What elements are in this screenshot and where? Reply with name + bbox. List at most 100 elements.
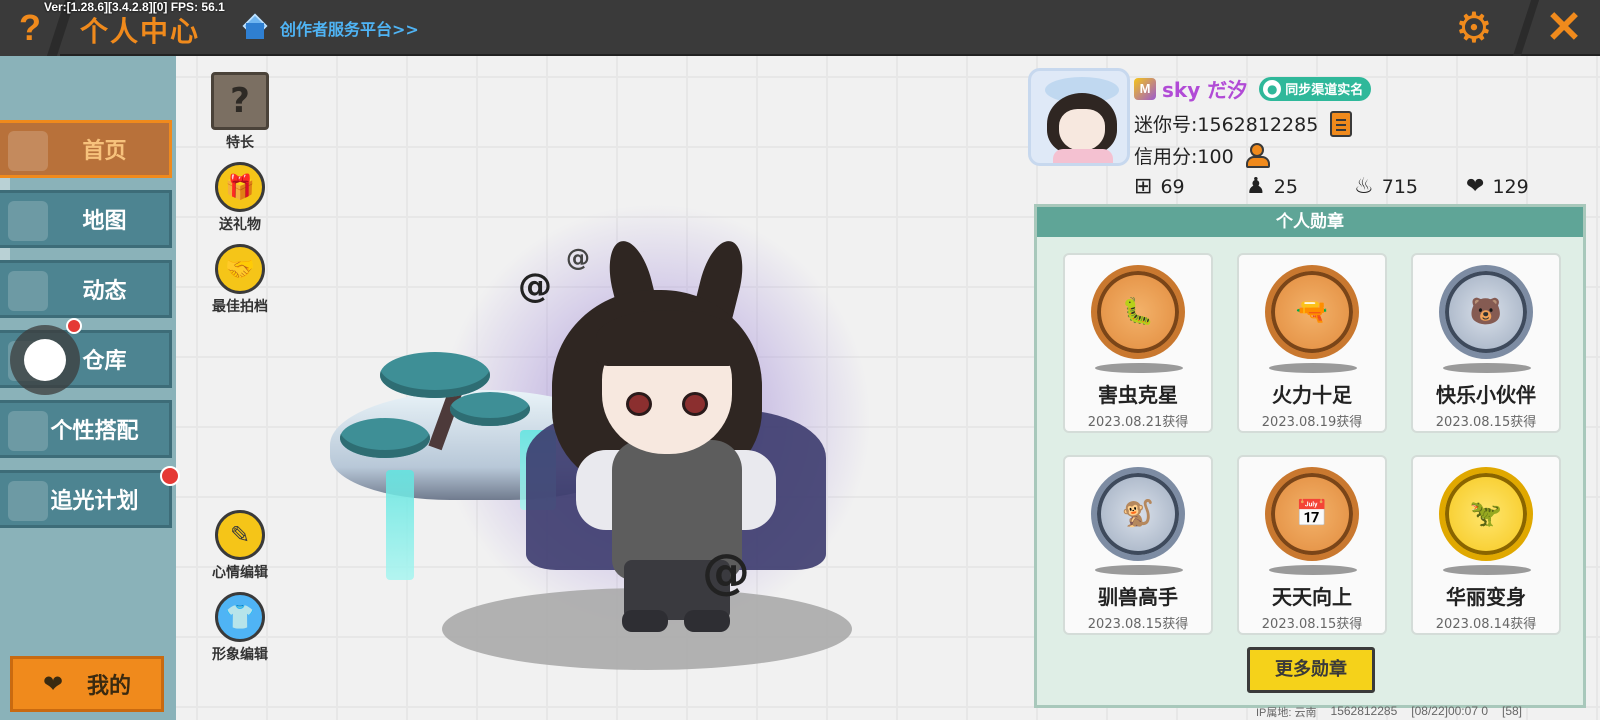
sidebar-item-label: 个性搭配 bbox=[50, 419, 139, 444]
tree-crown bbox=[380, 352, 490, 398]
floating-ball[interactable] bbox=[10, 325, 80, 395]
character-shoe bbox=[622, 610, 668, 632]
top-bar: ? Ver:[1.28.6][3.4.2.8][0] FPS: 56.1 个人中… bbox=[0, 0, 1600, 56]
dizzy-swirl-icon: @ bbox=[702, 544, 750, 600]
medal-card[interactable]: 🦖 华丽变身 2023.08.14获得 bbox=[1411, 455, 1561, 635]
sidebar-item-home[interactable]: 首页 bbox=[0, 120, 172, 178]
medal-panel: 个人勋章 🐛 害虫克星 2023.08.21获得 🔫 火力十足 2023.08.… bbox=[1034, 204, 1586, 708]
close-icon[interactable]: ✕ bbox=[1538, 4, 1590, 52]
ip-location: IP属地: 云南 bbox=[1256, 707, 1317, 719]
credit-icon[interactable] bbox=[1245, 142, 1272, 169]
shirt-icon: 👕 bbox=[215, 592, 265, 642]
medal-date: 2023.08.15获得 bbox=[1435, 415, 1537, 430]
medal-date: 2023.08.19获得 bbox=[1261, 415, 1363, 430]
person-icon: ● bbox=[1263, 79, 1282, 98]
sidebar-item-label: 首页 bbox=[82, 139, 127, 164]
heart-icon: ❤ bbox=[1466, 174, 1485, 199]
mine-button[interactable]: ❤ 我的 bbox=[10, 656, 164, 712]
edit-icon: ✎ bbox=[215, 510, 265, 560]
tree-crown bbox=[340, 418, 430, 458]
mini-id-row: 迷你号:1562812285 bbox=[1134, 110, 1353, 137]
mood-edit-label: 心情编辑 bbox=[212, 565, 268, 581]
character-stage[interactable]: @ @ @ bbox=[330, 180, 870, 680]
sidebar-item-label: 追光计划 bbox=[50, 489, 139, 514]
medal-card[interactable]: 🐻 快乐小伙伴 2023.08.15获得 bbox=[1411, 253, 1561, 433]
realname-tag[interactable]: ● 同步渠道实名 bbox=[1259, 76, 1372, 101]
footer-tail: [58] bbox=[1502, 704, 1523, 718]
medal-card[interactable]: 🐛 害虫克星 2023.08.21获得 bbox=[1063, 253, 1213, 433]
medal-icon: 🐒 bbox=[1091, 467, 1185, 561]
credit-score: 信用分:100 bbox=[1134, 146, 1234, 168]
tree-crown bbox=[450, 392, 530, 426]
footer-info: IP属地: 云南 1562812285 [08/22]00:07 0 [58] bbox=[1256, 704, 1522, 720]
stat-value: 69 bbox=[1160, 175, 1185, 198]
stat-value: 715 bbox=[1381, 175, 1418, 198]
sidebar-item-label: 动态 bbox=[82, 279, 127, 304]
sidebar-item-outfit[interactable]: 个性搭配 bbox=[0, 400, 172, 458]
credit-row: 信用分:100 bbox=[1134, 142, 1272, 169]
dizzy-swirl-icon: @ bbox=[566, 244, 590, 272]
specialty-label: 特长 bbox=[226, 135, 254, 151]
user-name: sky だ汐 bbox=[1162, 78, 1248, 102]
mini-id: 迷你号:1562812285 bbox=[1134, 114, 1319, 136]
character-eye bbox=[682, 392, 708, 416]
member-badge-icon: M bbox=[1134, 77, 1156, 100]
avatar-edit-button[interactable]: 👕 形象编辑 bbox=[202, 592, 278, 664]
medal-header: 个人勋章 bbox=[1037, 207, 1583, 237]
character-bangs bbox=[596, 310, 740, 366]
notification-dot bbox=[160, 466, 180, 486]
partner-label: 最佳拍档 bbox=[212, 299, 268, 315]
avatar[interactable] bbox=[1028, 68, 1130, 166]
help-icon: ? bbox=[19, 7, 41, 48]
sidebar-item-light-plan[interactable]: 追光计划 bbox=[0, 470, 172, 528]
medal-date: 2023.08.15获得 bbox=[1261, 617, 1363, 632]
medal-card[interactable]: 📅 天天向上 2023.08.15获得 bbox=[1237, 455, 1387, 635]
gift-label: 送礼物 bbox=[219, 217, 261, 233]
footer-time: [08/22]00:07 0 bbox=[1411, 704, 1488, 718]
sidebar-item-feed[interactable]: 动态 bbox=[0, 260, 172, 318]
more-medals-button[interactable]: 更多勋章 bbox=[1247, 647, 1375, 693]
realname-label: 同步渠道实名 bbox=[1285, 83, 1364, 98]
medal-icon: 📅 bbox=[1265, 467, 1359, 561]
stat-fans[interactable]: ♟ 25 bbox=[1246, 174, 1298, 199]
mood-edit-button[interactable]: ✎ 心情编辑 bbox=[202, 510, 278, 582]
partner-button[interactable]: 🤝 最佳拍档 bbox=[202, 244, 278, 316]
stat-likes[interactable]: ❤ 129 bbox=[1466, 174, 1529, 199]
stat-popularity[interactable]: ♨ 715 bbox=[1354, 174, 1418, 199]
page-title: 个人中心 bbox=[80, 15, 201, 48]
sidebar-item-label: 地图 bbox=[82, 209, 127, 234]
character-eye bbox=[626, 392, 652, 416]
creator-platform-link[interactable]: 创作者服务平台>> bbox=[240, 12, 419, 44]
handshake-icon: 🤝 bbox=[215, 244, 265, 294]
fire-icon: ♨ bbox=[1354, 174, 1374, 199]
medal-name: 华丽变身 bbox=[1446, 585, 1526, 609]
medal-name: 驯兽高手 bbox=[1098, 585, 1178, 609]
stat-value: 129 bbox=[1492, 175, 1529, 198]
user-name-row: M sky だ汐 ● 同步渠道实名 bbox=[1134, 74, 1372, 103]
heart-icon: ❤ bbox=[42, 670, 64, 698]
medal-date: 2023.08.14获得 bbox=[1435, 617, 1537, 632]
gift-button[interactable]: 🎁 送礼物 bbox=[202, 162, 278, 234]
medal-icon: 🔫 bbox=[1265, 265, 1359, 359]
medal-name: 天天向上 bbox=[1272, 585, 1352, 609]
fans-icon: ♟ bbox=[1246, 174, 1266, 199]
medal-icon: 🐻 bbox=[1439, 265, 1533, 359]
mine-label: 我的 bbox=[87, 674, 132, 699]
medal-card[interactable]: 🐒 驯兽高手 2023.08.15获得 bbox=[1063, 455, 1213, 635]
medal-icon: 🐛 bbox=[1091, 265, 1185, 359]
medal-icon: 🦖 bbox=[1439, 467, 1533, 561]
specialty-button[interactable]: ? 特长 bbox=[202, 72, 278, 152]
stat-flags[interactable]: ⊞ 69 bbox=[1134, 174, 1185, 199]
avatar-edit-label: 形象编辑 bbox=[212, 647, 268, 663]
gift-icon: 🎁 bbox=[215, 162, 265, 212]
notification-dot bbox=[66, 318, 82, 334]
copy-icon[interactable] bbox=[1330, 110, 1353, 137]
gear-icon[interactable]: ⚙ bbox=[1452, 6, 1496, 50]
creator-platform-label: 创作者服务平台>> bbox=[280, 20, 419, 39]
medal-card[interactable]: 🔫 火力十足 2023.08.19获得 bbox=[1237, 253, 1387, 433]
cube-icon bbox=[240, 13, 270, 43]
character-shoe bbox=[684, 610, 730, 632]
stat-value: 25 bbox=[1273, 175, 1298, 198]
sidebar-item-map[interactable]: 地图 bbox=[0, 190, 172, 248]
medal-date: 2023.08.15获得 bbox=[1087, 617, 1189, 632]
